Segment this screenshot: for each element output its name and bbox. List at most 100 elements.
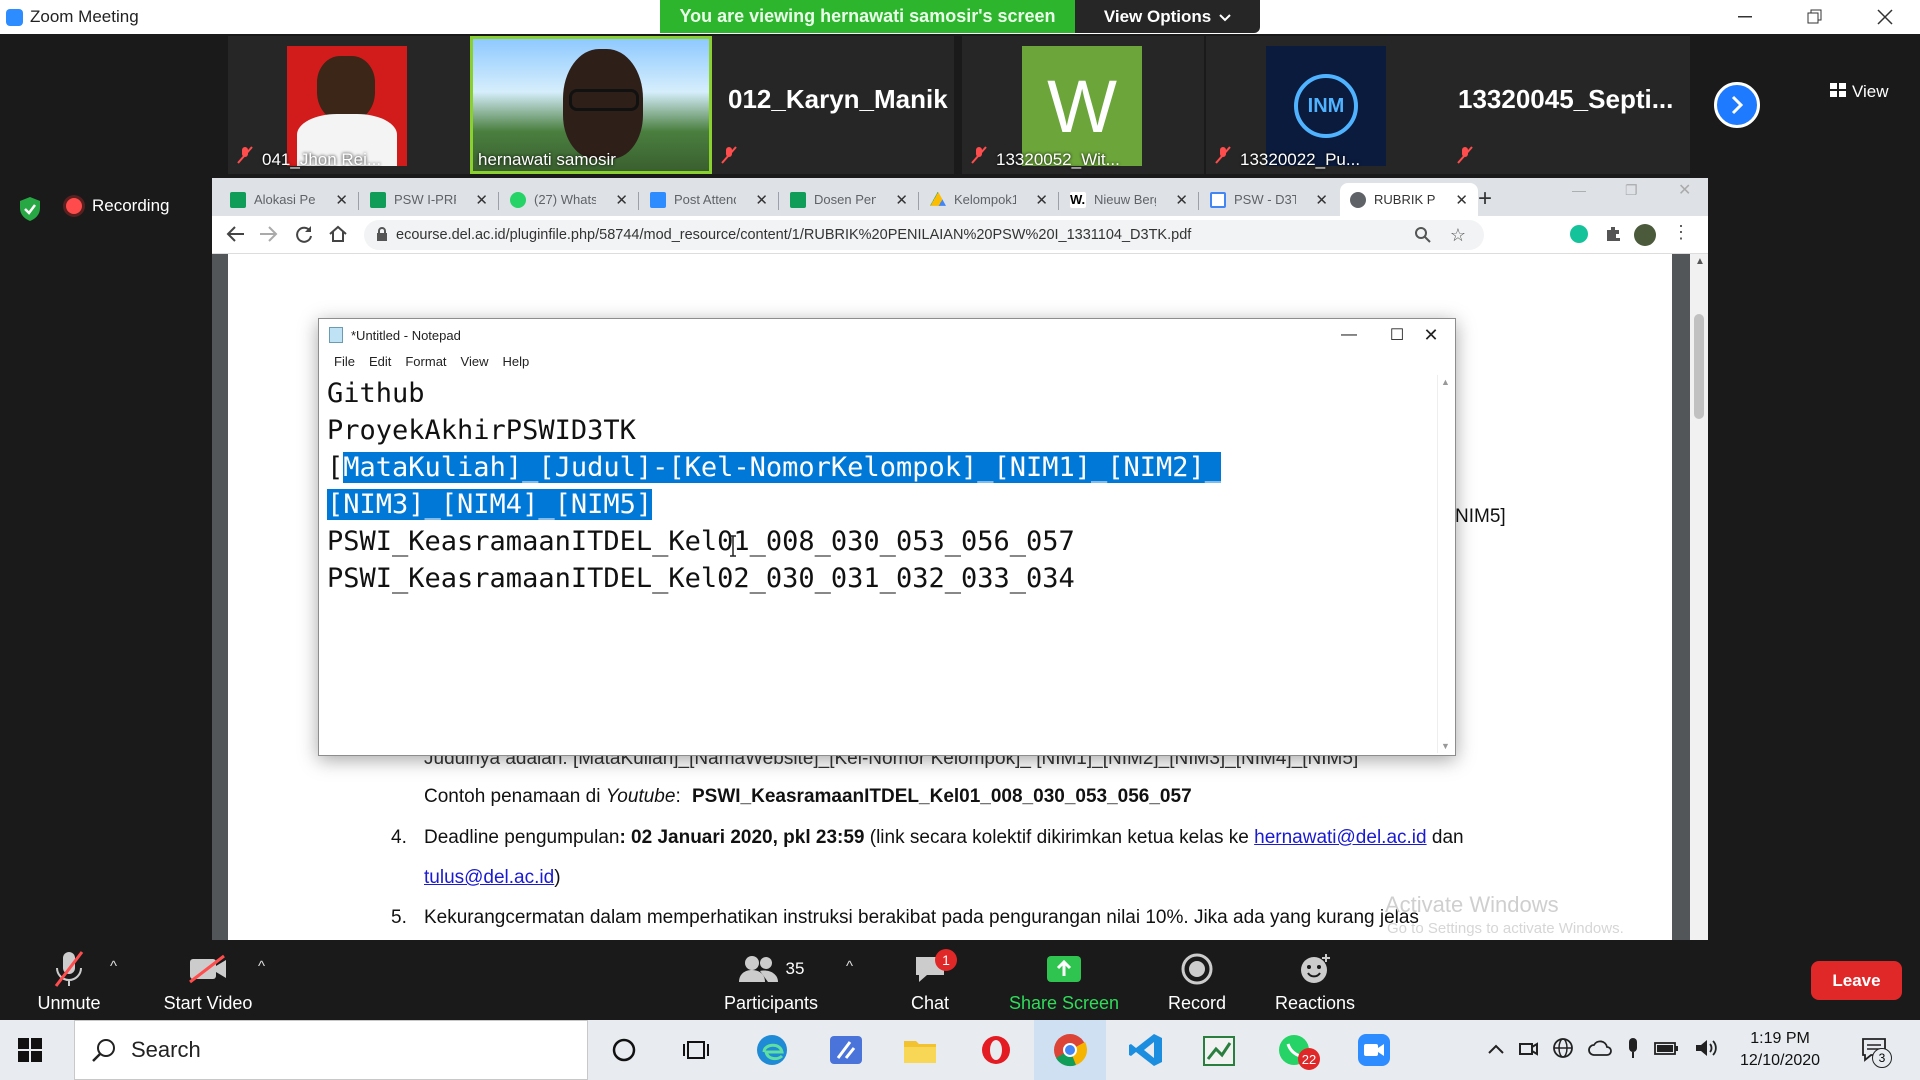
participant-tile[interactable]: W 13320052_Wit... <box>962 36 1204 174</box>
chrome-icon[interactable] <box>1034 1020 1106 1080</box>
show-hidden-icons-icon[interactable] <box>1488 1041 1504 1059</box>
volume-icon[interactable] <box>1694 1038 1718 1063</box>
avatar[interactable] <box>1634 224 1656 246</box>
window-title: Zoom Meeting <box>30 7 139 26</box>
browser-tab[interactable]: PSW I-PRPL ✕ <box>360 183 498 216</box>
text-cursor-icon <box>730 535 736 557</box>
start-video-button[interactable]: Start Video <box>150 940 266 1020</box>
next-page-button[interactable] <box>1714 82 1760 128</box>
address-bar[interactable]: ecourse.del.ac.id/pluginfile.php/58744/m… <box>364 220 1484 250</box>
menu-edit[interactable]: Edit <box>362 351 398 373</box>
new-tab-button[interactable]: + <box>1478 185 1492 213</box>
windows-start-icon[interactable] <box>18 1038 42 1067</box>
browser-tab[interactable]: Post Attend ✕ <box>640 183 778 216</box>
close-icon[interactable]: ✕ <box>1175 191 1188 209</box>
cortana-icon[interactable] <box>588 1020 660 1080</box>
browser-tab[interactable]: Alokasi Pen ✕ <box>220 183 358 216</box>
close-icon[interactable]: ✕ <box>615 191 628 209</box>
record-button[interactable]: Record <box>1162 940 1232 1020</box>
battery-icon[interactable] <box>1654 1040 1680 1061</box>
meet-now-icon[interactable] <box>1518 1038 1538 1063</box>
participants-options-caret[interactable]: ^ <box>846 958 853 975</box>
app-shortcut-icon[interactable] <box>810 1020 882 1080</box>
more-menu-icon[interactable]: ⋮ <box>1672 222 1690 243</box>
reactions-button[interactable]: Reactions <box>1270 940 1360 1020</box>
taskbar-search-box[interactable]: Search <box>74 1020 588 1080</box>
extensions-icon[interactable] <box>1604 224 1622 247</box>
pdf-scrollbar[interactable]: ▲ <box>1690 254 1708 940</box>
close-icon[interactable]: ✕ <box>1035 191 1048 209</box>
browser-tab[interactable]: Dosen Peng ✕ <box>780 183 918 216</box>
reload-icon[interactable] <box>294 224 314 249</box>
recording-indicator[interactable]: Recording <box>66 196 170 216</box>
tab-label: PSW I-PRPL <box>394 192 456 207</box>
browser-tab[interactable]: PSW - D3TK ✕ <box>1200 183 1338 216</box>
chat-button[interactable]: 1 Chat <box>900 940 960 1020</box>
vscode-icon[interactable] <box>1110 1020 1182 1080</box>
participant-tile[interactable]: 041_Jhon Rei... <box>228 36 470 174</box>
url-text: ecourse.del.ac.id/pluginfile.php/58744/m… <box>396 227 1192 243</box>
notepad-icon <box>329 327 343 343</box>
file-explorer-icon[interactable] <box>884 1020 956 1080</box>
muted-mic-icon <box>1456 146 1474 169</box>
audio-options-caret[interactable]: ^ <box>110 958 117 975</box>
menu-format[interactable]: Format <box>398 351 453 373</box>
network-globe-icon[interactable] <box>1552 1037 1574 1064</box>
microphone-icon[interactable] <box>1626 1037 1640 1064</box>
forward-icon[interactable] <box>258 224 278 249</box>
participant-tile[interactable]: INM 13320022_Pu... <box>1206 36 1448 174</box>
onedrive-cloud-icon[interactable] <box>1588 1039 1612 1062</box>
close-icon[interactable]: ✕ <box>1315 191 1328 209</box>
taskbar-clock[interactable]: 1:19 PM 12/10/2020 <box>1740 1028 1820 1072</box>
whatsapp-icon[interactable]: 22 <box>1258 1020 1330 1080</box>
close-icon[interactable]: ✕ <box>1455 191 1468 209</box>
unmute-button[interactable]: Unmute <box>24 940 114 1020</box>
view-options-button[interactable]: View Options <box>1075 0 1260 33</box>
edge-icon[interactable] <box>736 1020 808 1080</box>
participant-tile-speaking[interactable]: hernawati samosir <box>470 36 712 174</box>
zoom-taskbar-icon[interactable] <box>1338 1020 1410 1080</box>
notepad-minimize-button[interactable]: — <box>1325 319 1373 351</box>
participants-button[interactable]: 35 Participants <box>716 940 826 1020</box>
participant-tile[interactable]: 13320045_Septi... <box>1448 36 1690 174</box>
browser-tab[interactable]: Kelompok1 ✕ <box>920 183 1058 216</box>
browser-tab[interactable]: (27) WhatsA ✕ <box>500 183 638 216</box>
share-screen-button[interactable]: Share Screen <box>1004 940 1124 1020</box>
view-button[interactable]: View <box>1830 82 1889 102</box>
close-icon[interactable]: ✕ <box>895 191 908 209</box>
restore-button[interactable] <box>1780 0 1850 34</box>
notepad-text-area[interactable]: Github ProyekAkhirPSWID3TK [MataKuliah]_[J… <box>327 375 1427 753</box>
minimize-button[interactable]: — <box>1572 182 1586 198</box>
browser-tab-active[interactable]: RUBRIK PE ✕ <box>1340 183 1478 216</box>
close-button[interactable]: ✕ <box>1678 180 1691 200</box>
notepad-title-bar[interactable]: *Untitled - Notepad <box>319 319 1455 351</box>
menu-view[interactable]: View <box>454 351 496 373</box>
security-shield-icon[interactable] <box>18 196 42 227</box>
video-options-caret[interactable]: ^ <box>258 958 265 975</box>
bookmark-star-icon[interactable]: ☆ <box>1450 225 1466 246</box>
close-button[interactable] <box>1850 0 1920 34</box>
restore-button[interactable]: ❐ <box>1625 182 1638 199</box>
zoom-icon[interactable] <box>1414 226 1432 248</box>
task-view-icon[interactable] <box>660 1020 732 1080</box>
spreadsheet-app-icon[interactable] <box>1184 1020 1256 1080</box>
menu-file[interactable]: File <box>327 351 362 373</box>
menu-help[interactable]: Help <box>495 351 536 373</box>
home-icon[interactable] <box>328 224 348 249</box>
browser-tab[interactable]: W. Nieuw Berg ✕ <box>1060 183 1198 216</box>
grammarly-icon[interactable] <box>1570 225 1588 243</box>
opera-icon[interactable] <box>960 1020 1032 1080</box>
clock-time: 1:19 PM <box>1750 1030 1810 1047</box>
email-link[interactable]: tulus@del.ac.id <box>424 867 554 888</box>
close-icon[interactable]: ✕ <box>335 191 348 209</box>
close-icon[interactable]: ✕ <box>475 191 488 209</box>
back-icon[interactable] <box>226 224 246 249</box>
minimize-button[interactable] <box>1710 0 1780 34</box>
notepad-close-button[interactable]: ✕ <box>1407 319 1455 351</box>
participant-tile[interactable]: 012_Karyn_Manik <box>712 36 954 174</box>
notepad-scrollbar[interactable]: ▲ ▼ <box>1437 375 1454 753</box>
email-link[interactable]: hernawati@del.ac.id <box>1254 827 1426 848</box>
close-icon[interactable]: ✕ <box>755 191 768 209</box>
leave-button[interactable]: Leave <box>1811 961 1902 1000</box>
notification-center-icon[interactable]: 3 <box>1860 1036 1892 1069</box>
